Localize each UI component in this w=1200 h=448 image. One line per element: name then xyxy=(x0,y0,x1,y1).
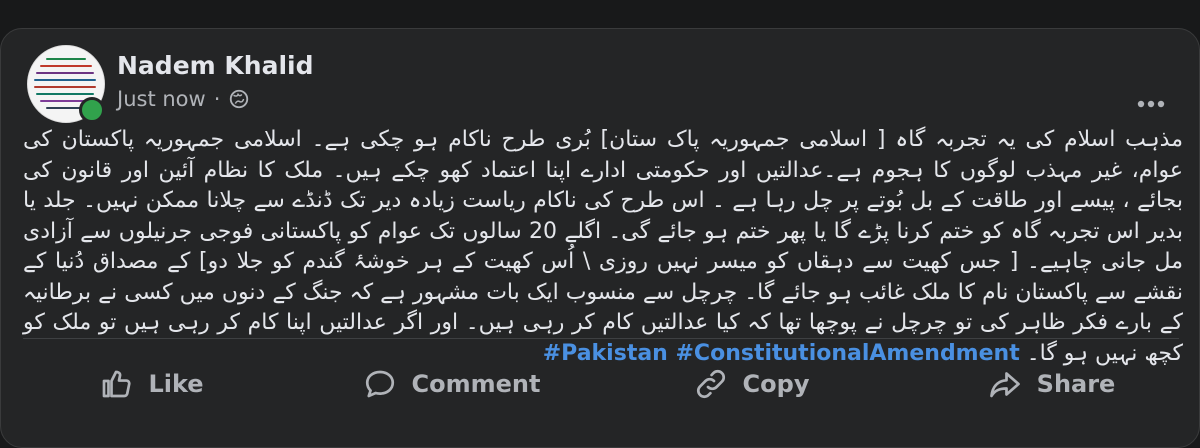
link-icon xyxy=(696,370,725,398)
share-label: Share xyxy=(1036,370,1116,398)
post-meta: Just now · xyxy=(117,87,250,111)
post-body-text: مذہب اسلام کی یہ تجربہ گاہ [ اسلامی جمہو… xyxy=(23,127,1183,366)
like-label: Like xyxy=(148,370,204,398)
like-button[interactable]: Like xyxy=(1,349,301,419)
copy-button[interactable]: Copy xyxy=(601,349,901,419)
author-name[interactable]: Nadem Khalid xyxy=(117,51,313,80)
more-options-icon[interactable] xyxy=(1131,84,1171,124)
comment-bubble-icon xyxy=(365,370,394,398)
share-button[interactable]: Share xyxy=(901,349,1200,419)
action-bar: Like Comment Copy Share xyxy=(1,349,1200,419)
share-arrow-icon xyxy=(989,372,1020,398)
separator-dot: · xyxy=(213,87,221,111)
post-text: مذہب اسلام کی یہ تجربہ گاہ [ اسلامی جمہو… xyxy=(23,125,1183,369)
divider xyxy=(23,338,1179,339)
comment-label: Comment xyxy=(411,370,541,398)
copy-label: Copy xyxy=(742,370,810,398)
globe-icon[interactable] xyxy=(228,88,250,110)
post-card: Nadem Khalid Just now · مذہب اسلام کی یہ… xyxy=(0,28,1200,448)
post-time[interactable]: Just now xyxy=(117,87,206,111)
online-status-icon xyxy=(79,97,105,123)
thumbs-up-icon xyxy=(103,370,132,398)
comment-button[interactable]: Comment xyxy=(301,349,601,419)
